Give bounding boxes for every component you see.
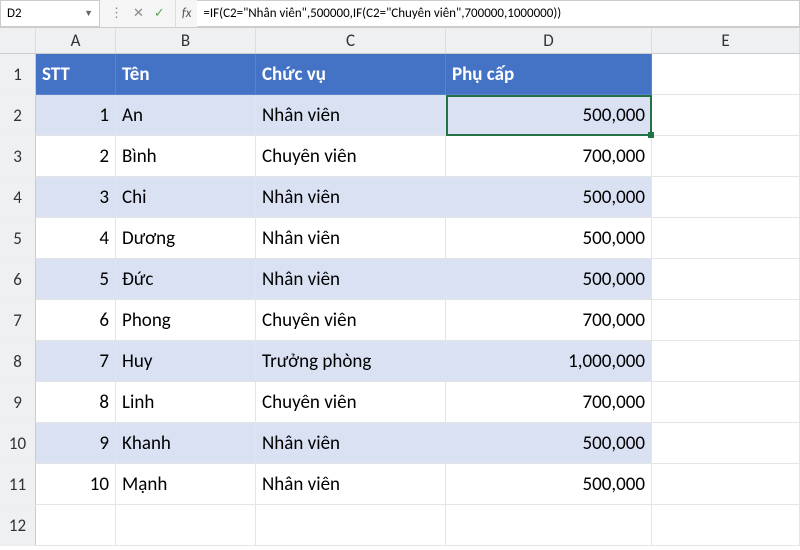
cell-A12[interactable] — [36, 505, 116, 546]
cell-E1[interactable] — [652, 54, 800, 95]
cell-E4[interactable] — [652, 177, 800, 218]
cell-E9[interactable] — [652, 382, 800, 423]
cell-A3[interactable]: 2 — [36, 136, 116, 177]
cell-C3[interactable]: Chuyên viên — [256, 136, 446, 177]
cell-A4[interactable]: 3 — [36, 177, 116, 218]
row-header[interactable]: 3 — [0, 136, 36, 177]
formula-bar: D2 ▼ ⋮ ✕ ✓ fx =IF(C2="Nhân viên",500000,… — [0, 0, 800, 28]
cell-B7[interactable]: Phong — [116, 300, 256, 341]
col-header-C[interactable]: C — [256, 28, 446, 53]
fx-label[interactable]: fx — [176, 0, 198, 27]
cell-D9[interactable]: 700,000 — [446, 382, 652, 423]
cell-B10[interactable]: Khanh — [116, 423, 256, 464]
select-all-corner[interactable] — [0, 28, 36, 53]
cell-A10[interactable]: 9 — [36, 423, 116, 464]
cell-C4[interactable]: Nhân viên — [256, 177, 446, 218]
cell-C9[interactable]: Chuyên viên — [256, 382, 446, 423]
ellipsis-icon[interactable]: ⋮ — [110, 6, 123, 21]
cell-D5[interactable]: 500,000 — [446, 218, 652, 259]
cell-A9[interactable]: 8 — [36, 382, 116, 423]
cell-A6[interactable]: 5 — [36, 259, 116, 300]
cell-C2[interactable]: Nhân viên — [256, 95, 446, 136]
cell-D2-selected[interactable]: 500,000 — [446, 95, 652, 136]
cell-B1[interactable]: Tên — [116, 54, 256, 95]
cell-C1[interactable]: Chức vụ — [256, 54, 446, 95]
column-headers: A B C D E — [0, 28, 800, 54]
accept-icon[interactable]: ✓ — [154, 6, 165, 21]
row-header[interactable]: 12 — [0, 505, 36, 546]
row-header[interactable]: 5 — [0, 218, 36, 259]
cell-E7[interactable] — [652, 300, 800, 341]
row-header[interactable]: 1 — [0, 54, 36, 95]
cell-E8[interactable] — [652, 341, 800, 382]
chevron-down-icon[interactable]: ▼ — [84, 8, 93, 19]
cell-A7[interactable]: 6 — [36, 300, 116, 341]
cell-A2[interactable]: 1 — [36, 95, 116, 136]
cell-E11[interactable] — [652, 464, 800, 505]
cell-C7[interactable]: Chuyên viên — [256, 300, 446, 341]
cell-D10[interactable]: 500,000 — [446, 423, 652, 464]
cell-E6[interactable] — [652, 259, 800, 300]
formula-tool-group: ⋮ ✕ ✓ — [100, 0, 176, 27]
cell-B2[interactable]: An — [116, 95, 256, 136]
col-header-D[interactable]: D — [446, 28, 652, 53]
col-header-A[interactable]: A — [36, 28, 116, 53]
name-box[interactable]: D2 ▼ — [0, 0, 100, 27]
col-header-E[interactable]: E — [652, 28, 800, 53]
cell-A8[interactable]: 7 — [36, 341, 116, 382]
row-header[interactable]: 4 — [0, 177, 36, 218]
cell-C6[interactable]: Nhân viên — [256, 259, 446, 300]
cell-D8[interactable]: 1,000,000 — [446, 341, 652, 382]
cell-B9[interactable]: Linh — [116, 382, 256, 423]
cell-E12[interactable] — [652, 505, 800, 546]
row-header[interactable]: 2 — [0, 95, 36, 136]
cell-D7[interactable]: 700,000 — [446, 300, 652, 341]
row-header[interactable]: 7 — [0, 300, 36, 341]
cell-B5[interactable]: Dương — [116, 218, 256, 259]
cell-C11[interactable]: Nhân viên — [256, 464, 446, 505]
cell-B8[interactable]: Huy — [116, 341, 256, 382]
cell-A1[interactable]: STT — [36, 54, 116, 95]
row-header[interactable]: 9 — [0, 382, 36, 423]
cell-D6[interactable]: 500,000 — [446, 259, 652, 300]
cell-E5[interactable] — [652, 218, 800, 259]
cell-E3[interactable] — [652, 136, 800, 177]
row-header[interactable]: 6 — [0, 259, 36, 300]
cell-B3[interactable]: Bình — [116, 136, 256, 177]
row-header[interactable]: 8 — [0, 341, 36, 382]
cell-C10[interactable]: Nhân viên — [256, 423, 446, 464]
cell-D3[interactable]: 700,000 — [446, 136, 652, 177]
cell-B11[interactable]: Mạnh — [116, 464, 256, 505]
cell-D11[interactable]: 500,000 — [446, 464, 652, 505]
cell-B12[interactable] — [116, 505, 256, 546]
cell-B6[interactable]: Đức — [116, 259, 256, 300]
name-box-value: D2 — [7, 6, 22, 21]
cell-E2[interactable] — [652, 95, 800, 136]
worksheet-grid[interactable]: 1 STT Tên Chức vụ Phụ cấp 2 1 An Nhân vi… — [0, 54, 800, 546]
cell-D1[interactable]: Phụ cấp — [446, 54, 652, 95]
formula-input[interactable]: =IF(C2="Nhân viên",500000,IF(C2="Chuyên … — [197, 0, 800, 27]
cell-B4[interactable]: Chi — [116, 177, 256, 218]
cell-C12[interactable] — [256, 505, 446, 546]
cell-E10[interactable] — [652, 423, 800, 464]
cell-C8[interactable]: Trưởng phòng — [256, 341, 446, 382]
cell-C5[interactable]: Nhân viên — [256, 218, 446, 259]
row-header[interactable]: 11 — [0, 464, 36, 505]
col-header-B[interactable]: B — [116, 28, 256, 53]
cell-A11[interactable]: 10 — [36, 464, 116, 505]
cell-D12[interactable] — [446, 505, 652, 546]
cell-A5[interactable]: 4 — [36, 218, 116, 259]
cell-D4[interactable]: 500,000 — [446, 177, 652, 218]
row-header[interactable]: 10 — [0, 423, 36, 464]
cancel-icon[interactable]: ✕ — [133, 6, 144, 21]
